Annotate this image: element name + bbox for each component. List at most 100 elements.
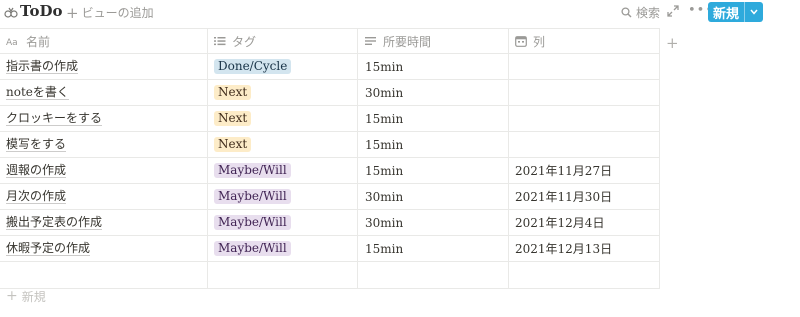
- duration-cell[interactable]: 30min: [358, 80, 509, 105]
- column-header-duration[interactable]: 所要時間: [358, 29, 509, 53]
- tag-cell[interactable]: Next: [208, 132, 358, 157]
- duration-cell[interactable]: 30min: [358, 184, 509, 209]
- duration-cell[interactable]: 15min: [358, 106, 509, 131]
- row-title[interactable]: 月次の作成: [6, 189, 67, 204]
- svg-text:Aa: Aa: [6, 38, 18, 46]
- duration-cell[interactable]: 15min: [358, 54, 509, 79]
- calendar-icon: [515, 36, 527, 47]
- name-cell[interactable]: 月次の作成: [0, 184, 208, 209]
- date-cell[interactable]: 2021年11月30日: [509, 184, 660, 209]
- duration-cell[interactable]: 15min: [358, 236, 509, 261]
- add-column-icon[interactable]: +: [666, 34, 679, 52]
- column-header-tag[interactable]: タグ: [208, 29, 358, 53]
- new-button[interactable]: 新規: [708, 2, 763, 22]
- new-button-label[interactable]: 新規: [708, 2, 744, 22]
- duration-value: 15min: [365, 59, 404, 74]
- row-title[interactable]: noteを書く: [6, 85, 69, 100]
- date-value: 2021年12月13日: [515, 242, 613, 256]
- name-cell[interactable]: 指示書の作成: [0, 54, 208, 79]
- table-header: Aa 名前 タグ 所要時間 列: [0, 28, 660, 54]
- row-title[interactable]: 指示書の作成: [6, 59, 79, 74]
- date-cell[interactable]: [509, 80, 660, 105]
- date-cell[interactable]: 2021年11月27日: [509, 158, 660, 183]
- date-value: 2021年12月4日: [515, 216, 605, 230]
- table-row[interactable]: 搬出予定表の作成 Maybe/Will 30min 2021年12月4日: [0, 210, 660, 236]
- duration-value: 30min: [365, 189, 404, 204]
- column-header-name[interactable]: Aa 名前: [0, 29, 208, 53]
- tag-badge: Next: [214, 137, 252, 152]
- table-body: 指示書の作成 Done/Cycle 15min noteを書く Next 30min クロッ…: [0, 54, 660, 262]
- name-cell[interactable]: 週報の作成: [0, 158, 208, 183]
- top-bar: ToDo + ビューの追加 検索 ••• 新規: [0, 0, 800, 26]
- search-button[interactable]: 検索: [621, 4, 660, 21]
- new-row-label: 新規: [21, 289, 46, 304]
- column-label: タグ: [232, 34, 257, 49]
- date-cell[interactable]: [509, 54, 660, 79]
- duration-cell[interactable]: 15min: [358, 158, 509, 183]
- database-table: Aa 名前 タグ 所要時間 列 指示書の作成 Done/Cycle 15min …: [0, 28, 660, 289]
- table-row[interactable]: 週報の作成 Maybe/Will 15min 2021年11月27日: [0, 158, 660, 184]
- name-cell[interactable]: 模写をする: [0, 132, 208, 157]
- duration-value: 15min: [365, 137, 404, 152]
- duration-value: 15min: [365, 163, 404, 178]
- lines-icon: [365, 37, 376, 45]
- table-row[interactable]: 指示書の作成 Done/Cycle 15min: [0, 54, 660, 80]
- column-label: 所要時間: [383, 34, 432, 49]
- tag-cell[interactable]: Done/Cycle: [208, 54, 358, 79]
- list-icon: [214, 37, 226, 46]
- tag-cell[interactable]: Next: [208, 106, 358, 131]
- tag-cell[interactable]: Maybe/Will: [208, 158, 358, 183]
- name-cell[interactable]: 休暇予定の作成: [0, 236, 208, 261]
- duration-cell[interactable]: 15min: [358, 132, 509, 157]
- tag-badge: Maybe/Will: [214, 215, 291, 230]
- duration-cell[interactable]: 30min: [358, 210, 509, 235]
- chevron-down-icon[interactable]: [744, 2, 763, 22]
- column-label: 列: [533, 34, 546, 49]
- column-label: 名前: [26, 34, 51, 49]
- duration-value: 15min: [365, 241, 404, 256]
- table-row[interactable]: 模写をする Next 15min: [0, 132, 660, 158]
- tag-badge: Next: [214, 111, 252, 126]
- tag-badge: Maybe/Will: [214, 241, 291, 256]
- table-row[interactable]: クロッキーをする Next 15min: [0, 106, 660, 132]
- tag-badge: Maybe/Will: [214, 163, 291, 178]
- new-row-button[interactable]: + 新規: [0, 284, 660, 308]
- plus-icon: +: [6, 288, 18, 304]
- name-cell[interactable]: 搬出予定表の作成: [0, 210, 208, 235]
- date-cell[interactable]: 2021年12月13日: [509, 236, 660, 261]
- page-title: ToDo: [20, 2, 63, 20]
- row-title[interactable]: クロッキーをする: [6, 111, 103, 126]
- add-view-button[interactable]: + ビューの追加: [66, 4, 154, 21]
- expand-icon[interactable]: [667, 5, 679, 17]
- row-title[interactable]: 模写をする: [6, 137, 67, 152]
- table-row[interactable]: noteを書く Next 30min: [0, 80, 660, 106]
- table-row[interactable]: 月次の作成 Maybe/Will 30min 2021年11月30日: [0, 184, 660, 210]
- tag-badge: Maybe/Will: [214, 189, 291, 204]
- tag-cell[interactable]: Maybe/Will: [208, 236, 358, 261]
- tag-badge: Done/Cycle: [214, 59, 292, 74]
- text-property-icon: Aa: [6, 38, 18, 46]
- name-cell[interactable]: クロッキーをする: [0, 106, 208, 131]
- tag-badge: Next: [214, 85, 252, 100]
- date-cell[interactable]: 2021年12月4日: [509, 210, 660, 235]
- duration-value: 30min: [365, 85, 404, 100]
- row-title[interactable]: 週報の作成: [6, 163, 67, 178]
- row-title[interactable]: 休暇予定の作成: [6, 241, 91, 256]
- plus-icon: +: [66, 3, 79, 22]
- row-title[interactable]: 搬出予定表の作成: [6, 215, 103, 230]
- column-header-date[interactable]: 列: [509, 29, 660, 53]
- date-cell[interactable]: [509, 132, 660, 157]
- date-value: 2021年11月27日: [515, 164, 613, 178]
- tag-cell[interactable]: Maybe/Will: [208, 210, 358, 235]
- duration-value: 30min: [365, 215, 404, 230]
- add-view-label: ビューの追加: [81, 6, 154, 20]
- tag-cell[interactable]: Next: [208, 80, 358, 105]
- name-cell[interactable]: noteを書く: [0, 80, 208, 105]
- table-row[interactable]: 休暇予定の作成 Maybe/Will 15min 2021年12月13日: [0, 236, 660, 262]
- date-cell[interactable]: [509, 106, 660, 131]
- duration-value: 15min: [365, 111, 404, 126]
- search-label: 検索: [636, 6, 661, 20]
- date-value: 2021年11月30日: [515, 190, 613, 204]
- tag-cell[interactable]: Maybe/Will: [208, 184, 358, 209]
- database-icon: [4, 7, 18, 18]
